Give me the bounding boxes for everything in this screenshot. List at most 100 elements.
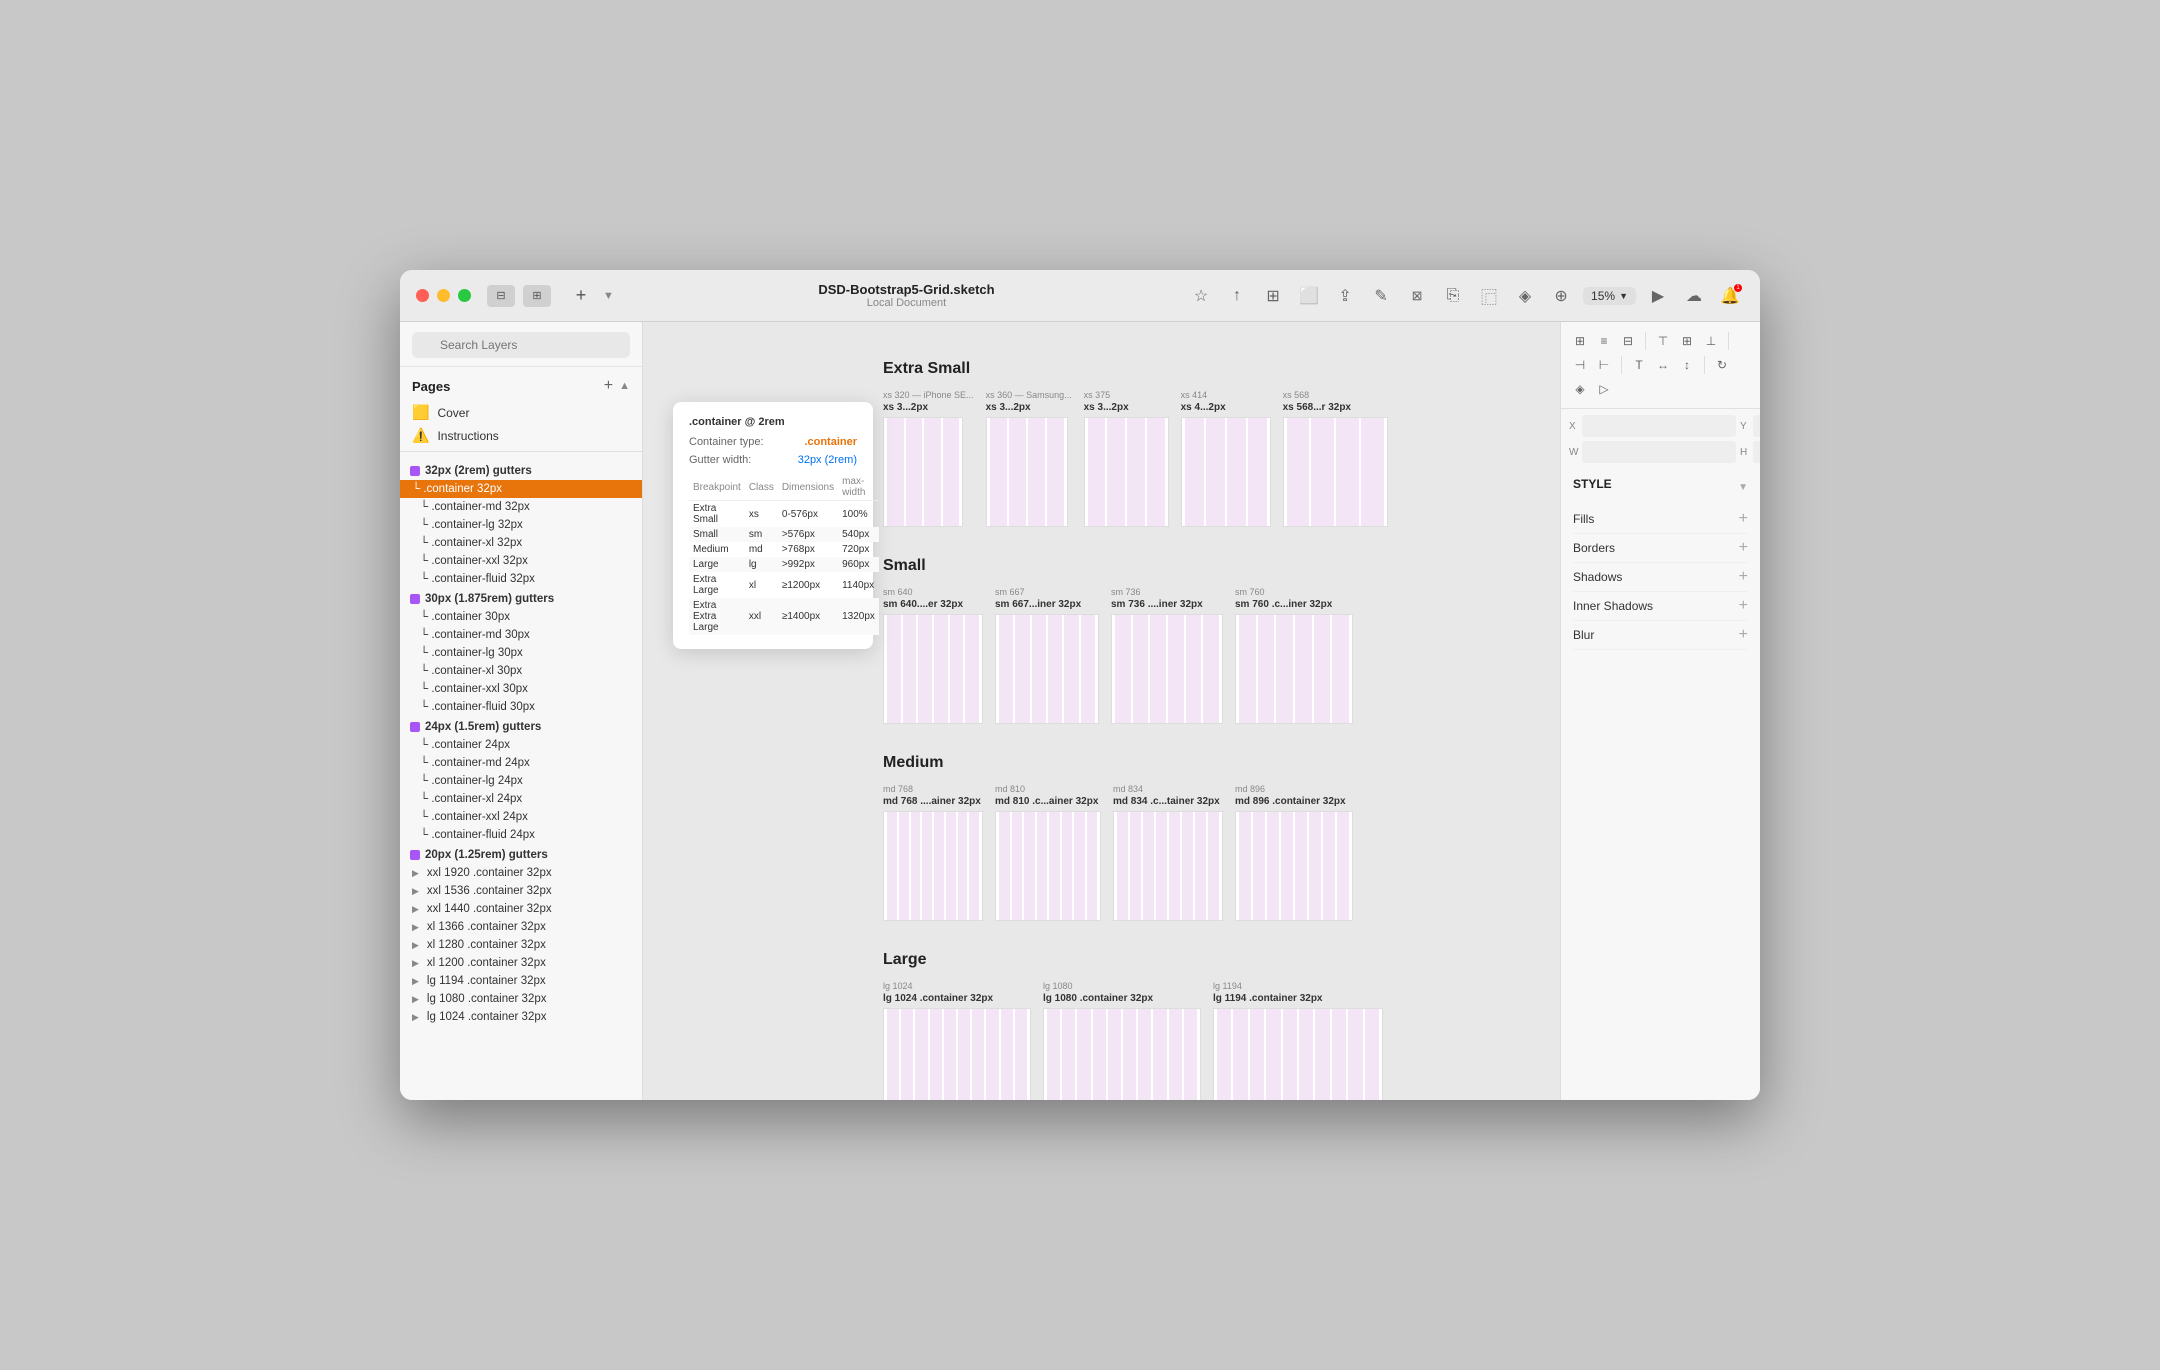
frame-label-top: xs 414 bbox=[1181, 390, 1271, 400]
layer-container-xl-30px[interactable]: └ .container-xl 30px bbox=[400, 662, 642, 680]
layer-group-lg-1080[interactable]: ▶ lg 1080 .container 32px bbox=[400, 990, 642, 1008]
canvas-area[interactable]: .container @ 2rem Container type: .conta… bbox=[643, 322, 1560, 1100]
layer-group-lg-1194[interactable]: ▶ lg 1194 .container 32px bbox=[400, 972, 642, 990]
section-medium: Medium md 768 md 768 ....ainer 32px bbox=[883, 754, 1560, 921]
page-cover[interactable]: 🟨 Cover bbox=[400, 401, 642, 424]
rotate-icon[interactable]: ↻ bbox=[1711, 354, 1733, 376]
align-center-h-icon[interactable]: ≡ bbox=[1593, 330, 1615, 352]
layer-container-xl-32px[interactable]: └ .container-xl 32px bbox=[400, 534, 642, 552]
layer-container-lg-30px[interactable]: └ .container-lg 30px bbox=[400, 644, 642, 662]
transform-inputs: X Y W H bbox=[1561, 409, 1760, 469]
layer-container-md-24px[interactable]: └ .container-md 24px bbox=[400, 754, 642, 772]
style-blur-add[interactable]: + bbox=[1739, 627, 1748, 643]
h-input[interactable] bbox=[1753, 441, 1760, 463]
layer-container-fluid-32px[interactable]: └ .container-fluid 32px bbox=[400, 570, 642, 588]
crop-icon[interactable]: ⊠ bbox=[1403, 282, 1431, 310]
layer-label: xl 1280 .container 32px bbox=[427, 939, 546, 951]
align-center-v-icon[interactable]: ⊞ bbox=[1676, 330, 1698, 352]
layer-section-24px[interactable]: 24px (1.5rem) gutters bbox=[400, 718, 642, 736]
h-input-row: H bbox=[1740, 441, 1760, 463]
dropdown-arrow[interactable]: ▼ bbox=[603, 290, 614, 302]
pen-icon[interactable]: ✎ bbox=[1367, 282, 1395, 310]
frame-icon[interactable]: ⬜ bbox=[1295, 282, 1323, 310]
add-page-icon[interactable]: + bbox=[604, 377, 613, 395]
layer-container-lg-32px[interactable]: └ .container-lg 32px bbox=[400, 516, 642, 534]
duplicate-icon[interactable]: ⿸ bbox=[1475, 282, 1503, 310]
layer-section-20px[interactable]: 20px (1.25rem) gutters bbox=[400, 846, 642, 864]
component-icon[interactable]: ◈ bbox=[1511, 282, 1539, 310]
layer-label: xl 1366 .container 32px bbox=[427, 921, 546, 933]
maximize-button[interactable] bbox=[458, 289, 471, 302]
layer-container-fluid-24px[interactable]: └ .container-fluid 24px bbox=[400, 826, 642, 844]
search-input[interactable] bbox=[412, 332, 630, 358]
close-button[interactable] bbox=[416, 289, 429, 302]
style-shadows-add[interactable]: + bbox=[1739, 569, 1748, 585]
align-top-icon[interactable]: ⊤ bbox=[1652, 330, 1674, 352]
minimize-button[interactable] bbox=[437, 289, 450, 302]
layers-icon[interactable]: ⊟ bbox=[487, 285, 515, 307]
style-blur-row: Blur + bbox=[1573, 621, 1748, 650]
layer-container-30px[interactable]: └ .container 30px bbox=[400, 608, 642, 626]
align-right-icon[interactable]: ⊟ bbox=[1617, 330, 1639, 352]
layer-container-xxl-32px[interactable]: └ .container-xxl 32px bbox=[400, 552, 642, 570]
distribute-h-icon[interactable]: ⊣ bbox=[1569, 354, 1591, 376]
layer-container-md-32px[interactable]: └ .container-md 32px bbox=[400, 498, 642, 516]
layer-group-lg-1024[interactable]: ▶ lg 1024 .container 32px bbox=[400, 1008, 642, 1026]
frame-label: sm 667...iner 32px bbox=[995, 599, 1099, 610]
layer-container-fluid-30px[interactable]: └ .container-fluid 30px bbox=[400, 698, 642, 716]
style-fills-add[interactable]: + bbox=[1739, 511, 1748, 527]
frame-label: lg 1194 .container 32px bbox=[1213, 993, 1383, 1004]
align-bottom-icon[interactable]: ⊥ bbox=[1700, 330, 1722, 352]
page-instructions[interactable]: ⚠️ Instructions bbox=[400, 424, 642, 447]
w-input[interactable] bbox=[1582, 441, 1736, 463]
layer-container-xxl-30px[interactable]: └ .container-xxl 30px bbox=[400, 680, 642, 698]
star-icon[interactable]: ☆ bbox=[1187, 282, 1215, 310]
align-left-icon[interactable]: ⊞ bbox=[1569, 330, 1591, 352]
layer-container-32px[interactable]: └ .container 32px bbox=[400, 480, 642, 498]
layer-section-32px[interactable]: 32px (2rem) gutters bbox=[400, 462, 642, 480]
frame-label-top: xs 375 bbox=[1084, 390, 1169, 400]
layer-section-30px[interactable]: 30px (1.875rem) gutters bbox=[400, 590, 642, 608]
add-icon[interactable]: + bbox=[567, 285, 595, 307]
layer-group-xl-1366[interactable]: ▶ xl 1366 .container 32px bbox=[400, 918, 642, 936]
y-input[interactable] bbox=[1753, 415, 1760, 437]
frame-xs-360: xs 360 — Samsung... xs 3...2px bbox=[986, 390, 1072, 527]
copy-icon[interactable]: ⎘ bbox=[1439, 282, 1467, 310]
share-icon[interactable]: ⇪ bbox=[1331, 282, 1359, 310]
library-icon[interactable]: ⊕ bbox=[1547, 282, 1575, 310]
pages-expand-icon[interactable]: ▲ bbox=[619, 380, 630, 392]
style-inner-shadows-add[interactable]: + bbox=[1739, 598, 1748, 614]
flip-h-icon[interactable]: ↔ bbox=[1652, 354, 1674, 376]
layer-group-xxl-1536[interactable]: ▶ xxl 1536 .container 32px bbox=[400, 882, 642, 900]
layer-group-xl-1280[interactable]: ▶ xl 1280 .container 32px bbox=[400, 936, 642, 954]
style-expand-icon[interactable]: ▼ bbox=[1738, 482, 1748, 493]
separator bbox=[1621, 356, 1622, 374]
forward-icon[interactable]: ▷ bbox=[1593, 378, 1615, 400]
layer-group-xxl-1920[interactable]: ▶ xxl 1920 .container 32px bbox=[400, 864, 642, 882]
style-borders-add[interactable]: + bbox=[1739, 540, 1748, 556]
layer-group-xl-1200[interactable]: ▶ xl 1200 .container 32px bbox=[400, 954, 642, 972]
y-label: Y bbox=[1740, 421, 1750, 432]
notification-icon[interactable]: 🔔 1 bbox=[1716, 282, 1744, 310]
layer-container-lg-24px[interactable]: └ .container-lg 24px bbox=[400, 772, 642, 790]
layer-container-xl-24px[interactable]: └ .container-xl 24px bbox=[400, 790, 642, 808]
layer-group-xxl-1440[interactable]: ▶ xxl 1440 .container 32px bbox=[400, 900, 642, 918]
layer-container-xxl-24px[interactable]: └ .container-xxl 24px bbox=[400, 808, 642, 826]
distribute-v-icon[interactable]: ⊢ bbox=[1593, 354, 1615, 376]
text-icon[interactable]: T bbox=[1628, 354, 1650, 376]
component-make-icon[interactable]: ◈ bbox=[1569, 378, 1591, 400]
play-icon[interactable]: ▶ bbox=[1644, 282, 1672, 310]
frame-label-top: md 834 bbox=[1113, 784, 1223, 794]
frames-row-xs: xs 320 — iPhone SE... xs 3...2px bbox=[883, 390, 1560, 527]
sidebar: 🔍 Pages + ▲ 🟨 Cover ⚠️ Instructions bbox=[400, 322, 643, 1100]
layer-section-label: 20px (1.25rem) gutters bbox=[425, 849, 548, 861]
grid-layout-icon[interactable]: ⊞ bbox=[1259, 282, 1287, 310]
cloud-icon[interactable]: ☁ bbox=[1680, 282, 1708, 310]
layer-container-24px[interactable]: └ .container 24px bbox=[400, 736, 642, 754]
x-input[interactable] bbox=[1582, 415, 1736, 437]
layer-container-md-30px[interactable]: └ .container-md 30px bbox=[400, 626, 642, 644]
upload-icon[interactable]: ↑ bbox=[1223, 282, 1251, 310]
zoom-control[interactable]: 15% ▼ bbox=[1583, 287, 1636, 305]
grid-icon[interactable]: ⊞ bbox=[523, 285, 551, 307]
flip-v-icon[interactable]: ↕ bbox=[1676, 354, 1698, 376]
